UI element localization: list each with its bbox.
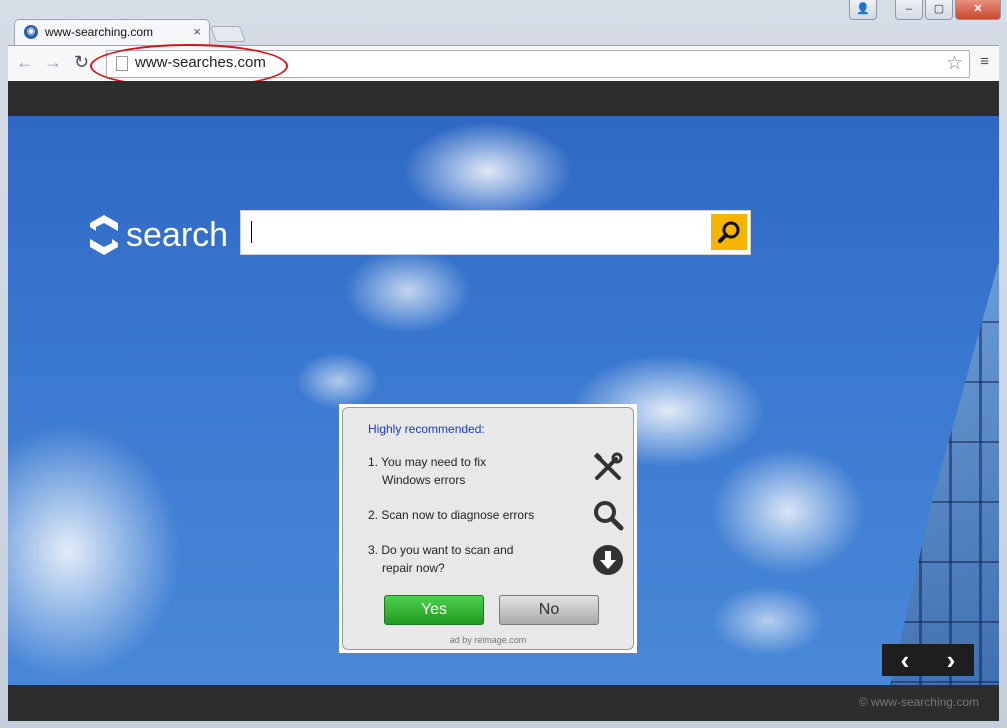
menu-icon[interactable]: ≡ (980, 53, 989, 70)
reload-icon[interactable]: ↻ (74, 52, 89, 73)
yes-button[interactable]: Yes (384, 595, 484, 625)
magnifier-icon (594, 501, 624, 531)
user-icon[interactable]: 👤 (849, 0, 877, 20)
popup-item-2-line1: 2. Scan now to diagnose errors (368, 508, 535, 522)
close-icon[interactable]: ✕ (955, 0, 1001, 20)
tab-title: www-searching.com (45, 25, 154, 39)
page-content: search ‹ › Highly recommended: 1. You ma… (8, 81, 999, 721)
tab-close-icon[interactable]: × (193, 24, 201, 39)
search-button[interactable] (711, 214, 747, 250)
copyright-text: © www-searching.com (858, 695, 979, 709)
popup-item-1: 1. You may need to fix Windows errors (368, 453, 486, 489)
minimize-icon[interactable]: – (895, 0, 923, 20)
site-logo[interactable]: search (88, 211, 228, 259)
popup-panel: Highly recommended: 1. You may need to f… (342, 407, 634, 650)
logo-s-icon (90, 215, 118, 255)
window-controls: 👤 – ▢ ✕ (849, 0, 1001, 20)
prev-arrow-icon[interactable]: ‹ (901, 646, 910, 674)
popup-item-1-line2: Windows errors (382, 473, 466, 487)
browser-window: ◉ www-searching.com × 👤 – ▢ ✕ ← → ↻ www-… (0, 0, 1007, 728)
search-icon (718, 221, 740, 243)
download-arrow-icon (593, 545, 623, 575)
slideshow-arrows: ‹ › (882, 644, 974, 676)
bottom-bar: © www-searching.com (8, 685, 999, 721)
search-favicon-icon: ◉ (24, 25, 38, 39)
logo-text: search (126, 215, 229, 254)
browser-tab[interactable]: ◉ www-searching.com × (14, 19, 210, 46)
popup-item-3-line1: 3. Do you want to scan and (368, 543, 514, 557)
top-bar (8, 81, 999, 116)
back-arrow-icon[interactable]: ← (16, 52, 34, 73)
maximize-icon[interactable]: ▢ (925, 0, 953, 20)
forward-arrow-icon[interactable]: → (44, 52, 62, 73)
ad-popup: Highly recommended: 1. You may need to f… (339, 404, 637, 653)
tools-icon (593, 452, 623, 480)
new-tab-button[interactable] (210, 26, 246, 42)
popup-item-3: 3. Do you want to scan and repair now? (368, 541, 513, 577)
ad-attribution[interactable]: ad by reimage.com (343, 635, 633, 645)
popup-item-3-line2: repair now? (382, 561, 445, 575)
building-image (889, 261, 999, 691)
no-button[interactable]: No (499, 595, 599, 625)
popup-item-2: 2. Scan now to diagnose errors (368, 506, 534, 524)
search-input[interactable] (240, 210, 751, 255)
bookmark-star-icon[interactable]: ☆ (946, 52, 963, 75)
popup-item-1-line1: 1. You may need to fix (368, 455, 487, 469)
popup-title: Highly recommended: (368, 422, 485, 436)
next-arrow-icon[interactable]: › (947, 646, 956, 674)
text-caret (251, 221, 252, 243)
